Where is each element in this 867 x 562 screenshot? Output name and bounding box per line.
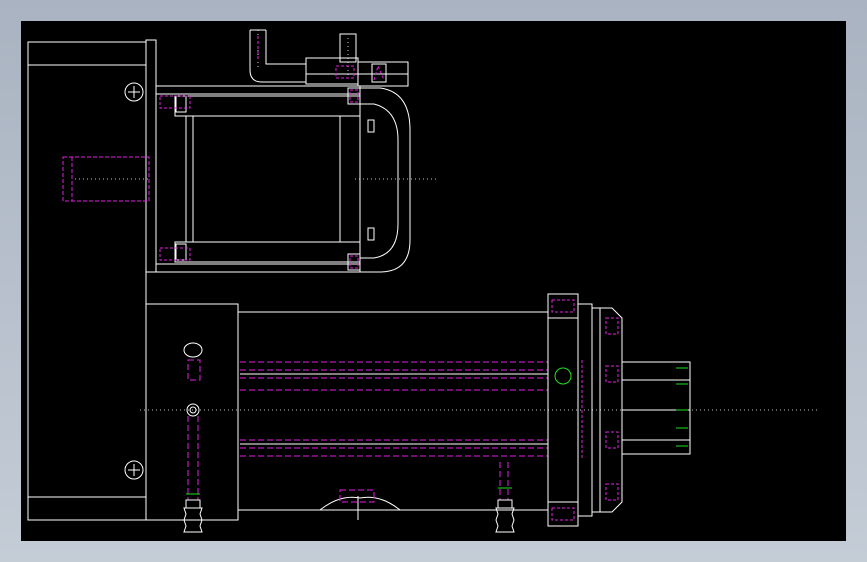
piston-rods: [187, 359, 548, 503]
drawing-canvas[interactable]: [21, 21, 846, 541]
air-fitting-right[interactable]: [495, 499, 515, 533]
mounting-screw-top[interactable]: [124, 82, 144, 102]
air-fitting-left[interactable]: [183, 499, 203, 533]
motor-cable-connector[interactable]: [249, 29, 409, 87]
rod-ends[interactable]: [621, 361, 691, 455]
stepper-motor-hidden-bolts: [159, 89, 359, 269]
piston-rods-visible: [240, 373, 548, 445]
air-fitting-indicators: [186, 487, 512, 495]
cad-viewport[interactable]: [0, 0, 867, 562]
mounting-plate[interactable]: [27, 39, 157, 521]
centerlines: [75, 30, 820, 411]
flange-indicator: [554, 367, 572, 385]
cad-drawing: [27, 29, 820, 533]
mounting-screw-bottom[interactable]: [124, 460, 144, 480]
pneumatic-cylinder[interactable]: [145, 303, 549, 521]
